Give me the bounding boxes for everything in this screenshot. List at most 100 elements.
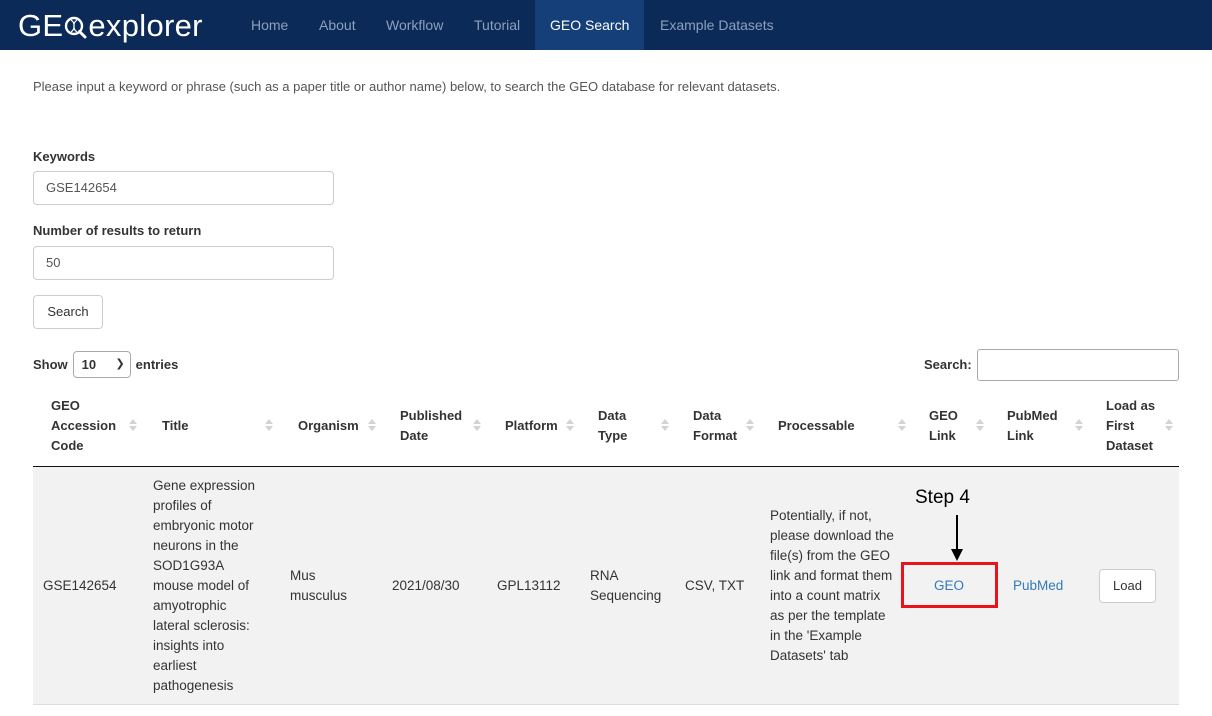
- sort-icon[interactable]: [368, 419, 376, 433]
- header-text: Type: [598, 428, 628, 443]
- table-row-divider: [33, 704, 1179, 705]
- header-text: Processable: [778, 418, 855, 433]
- header-title[interactable]: Title: [162, 416, 189, 436]
- brand-text-right: explorer: [88, 8, 203, 43]
- header-text: Data: [598, 408, 627, 423]
- sort-icon[interactable]: [1165, 419, 1173, 433]
- table-search-input[interactable]: [977, 349, 1179, 381]
- header-text: Accession: [51, 418, 117, 433]
- header-text: GEO: [51, 398, 80, 413]
- header-platform[interactable]: Platform: [505, 416, 558, 436]
- sort-icon[interactable]: [661, 419, 669, 433]
- header-load-first-dataset[interactable]: Load as First Dataset: [1106, 396, 1155, 456]
- brand-text-left: GE: [18, 8, 64, 43]
- header-text: Dataset: [1106, 438, 1153, 453]
- nav-tutorial[interactable]: Tutorial: [459, 0, 535, 50]
- header-text: Date: [400, 428, 429, 443]
- header-text: GEO: [929, 408, 958, 423]
- table-search-label: Search:: [924, 357, 972, 372]
- cell-data-type: RNA Sequencing: [590, 566, 661, 606]
- header-text: Published: [400, 408, 463, 423]
- header-text: First: [1106, 418, 1135, 433]
- cell-line: in the 'Example: [770, 628, 862, 643]
- cell-line: insights into: [153, 638, 225, 653]
- cell-line: Datasets' tab: [770, 648, 849, 663]
- navbar: GE explorer Home About Workflow Tutorial…: [0, 0, 1212, 50]
- header-geo-link[interactable]: GEO Link: [929, 406, 958, 446]
- nav-example-datasets[interactable]: Example Datasets: [645, 0, 789, 50]
- cell-line: earliest: [153, 658, 197, 673]
- header-text: Code: [51, 438, 84, 453]
- cell-published-date: 2021/08/30: [392, 578, 460, 593]
- header-text: Format: [693, 428, 738, 443]
- cell-organism: Mus musculus: [290, 566, 347, 606]
- sort-icon[interactable]: [1075, 419, 1083, 433]
- sort-icon[interactable]: [473, 419, 481, 433]
- cell-title: Gene expression profiles of embryonic mo…: [153, 476, 255, 696]
- keywords-label: Keywords: [33, 149, 96, 164]
- header-text: Link: [929, 428, 956, 443]
- cell-line: mouse model of: [153, 578, 250, 593]
- cell-line: lateral sclerosis:: [153, 618, 250, 633]
- sort-icon[interactable]: [898, 419, 906, 433]
- header-text: Platform: [505, 418, 558, 433]
- intro-text: Please input a keyword or phrase (such a…: [33, 79, 781, 94]
- entries-label: entries: [135, 356, 179, 372]
- step-annotation-label: Step 4: [915, 487, 970, 508]
- cell-line: SOD1G93A: [153, 558, 225, 573]
- sort-icon[interactable]: [265, 419, 273, 433]
- cell-line: RNA: [590, 568, 619, 583]
- cell-line: file(s) from the GEO: [770, 548, 891, 563]
- sort-icon[interactable]: [129, 419, 137, 433]
- nav-geo-search[interactable]: GEO Search: [535, 0, 645, 50]
- nav-home[interactable]: Home: [236, 0, 303, 50]
- header-organism[interactable]: Organism: [298, 416, 359, 436]
- cell-accession: GSE142654: [43, 578, 117, 593]
- cell-line: profiles of: [153, 498, 212, 513]
- cell-line: neurons in the: [153, 538, 239, 553]
- header-geo-accession[interactable]: GEO Accession Code: [51, 396, 116, 456]
- chevron-down-icon: ❯: [115, 357, 125, 370]
- header-data-format[interactable]: Data Format: [693, 406, 737, 446]
- cell-platform: GPL13112: [497, 578, 561, 593]
- cell-line: into a count matrix: [770, 588, 881, 603]
- sort-icon[interactable]: [746, 419, 754, 433]
- cell-line: Mus: [290, 568, 316, 583]
- cell-line: pathogenesis: [153, 678, 234, 693]
- sort-icon[interactable]: [976, 419, 984, 433]
- entries-select-value: 10: [81, 356, 97, 372]
- sort-icon[interactable]: [566, 419, 574, 433]
- header-text: Title: [162, 418, 189, 433]
- nav-workflow[interactable]: Workflow: [371, 0, 458, 50]
- entries-select[interactable]: 10 ❯: [72, 350, 131, 378]
- header-published-date[interactable]: Published Date: [400, 406, 462, 446]
- search-button[interactable]: Search: [33, 295, 103, 329]
- highlight-box: [901, 562, 998, 608]
- entries-control: Show 10 ❯ entries: [33, 350, 178, 378]
- nav-about[interactable]: About: [304, 0, 371, 50]
- header-text: PubMed: [1007, 408, 1058, 423]
- cell-line: please download the: [770, 528, 894, 543]
- cell-line: as per the template: [770, 608, 886, 623]
- cell-line: musculus: [290, 588, 348, 603]
- header-processable[interactable]: Processable: [778, 416, 855, 436]
- cell-line: Gene expression: [153, 478, 256, 493]
- cell-processable: Potentially, if not, please download the…: [770, 506, 894, 666]
- app-logo[interactable]: GE explorer: [18, 6, 203, 46]
- header-pubmed-link[interactable]: PubMed Link: [1007, 406, 1058, 446]
- results-count-label: Number of results to return: [33, 223, 202, 238]
- arrow-head-icon: [951, 549, 963, 561]
- show-label: Show: [33, 356, 68, 372]
- header-data-type[interactable]: Data Type: [598, 406, 627, 446]
- results-count-input[interactable]: 50: [33, 246, 334, 280]
- header-text: Link: [1007, 428, 1034, 443]
- cell-line: Sequencing: [590, 588, 662, 603]
- cell-line: link and format them: [770, 568, 893, 583]
- cell-line: amyotrophic: [153, 598, 227, 613]
- header-text: Load as: [1106, 398, 1156, 413]
- header-text: Organism: [298, 418, 359, 433]
- pubmed-link[interactable]: PubMed: [1013, 576, 1063, 596]
- header-text: Data: [693, 408, 722, 423]
- keywords-input[interactable]: GSE142654: [33, 171, 334, 205]
- load-button[interactable]: Load: [1099, 569, 1156, 603]
